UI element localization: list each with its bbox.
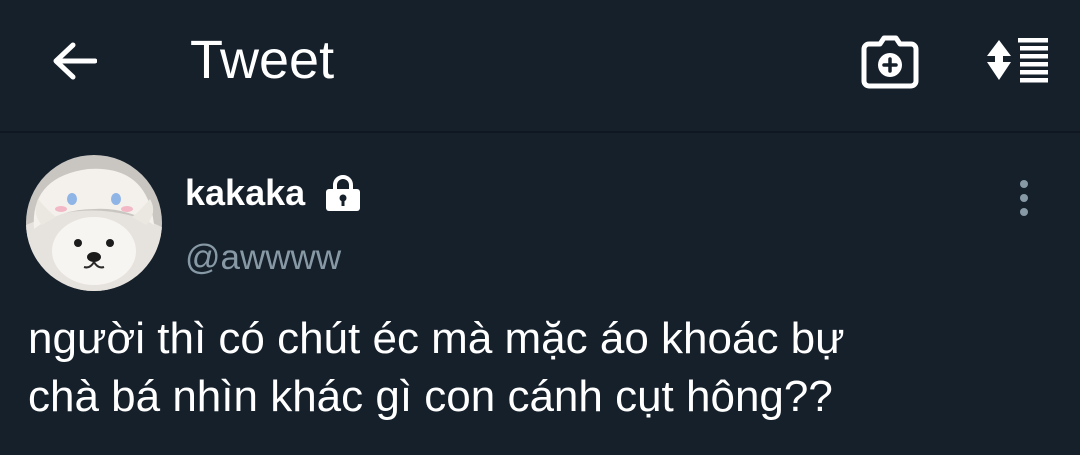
more-vertical-icon [1020, 180, 1028, 216]
add-photo-icon [861, 35, 919, 89]
author-display-name[interactable]: kakaka [185, 171, 305, 215]
arrow-left-icon [53, 42, 97, 80]
author-handle[interactable]: @awwww [185, 236, 341, 280]
page-title: Tweet [190, 30, 335, 90]
avatar[interactable] [26, 155, 162, 291]
back-button[interactable] [48, 36, 100, 86]
tweet-detail-screen: Tweet kakaka @awwww người thì có chút éc… [0, 0, 1080, 455]
lock-icon [326, 175, 360, 211]
tweet: kakaka @awwww người thì có chút éc mà mặ… [0, 133, 1080, 455]
top-app-bar: Tweet [0, 0, 1080, 133]
tweet-text: người thì có chút éc mà mặc áo khoác bự … [28, 314, 845, 421]
dog-avatar-image [26, 155, 162, 291]
sort-replies-icon [987, 38, 1048, 83]
add-photo-button[interactable] [860, 34, 920, 90]
sort-replies-button[interactable] [980, 32, 1052, 88]
more-options-button[interactable] [1004, 177, 1044, 223]
